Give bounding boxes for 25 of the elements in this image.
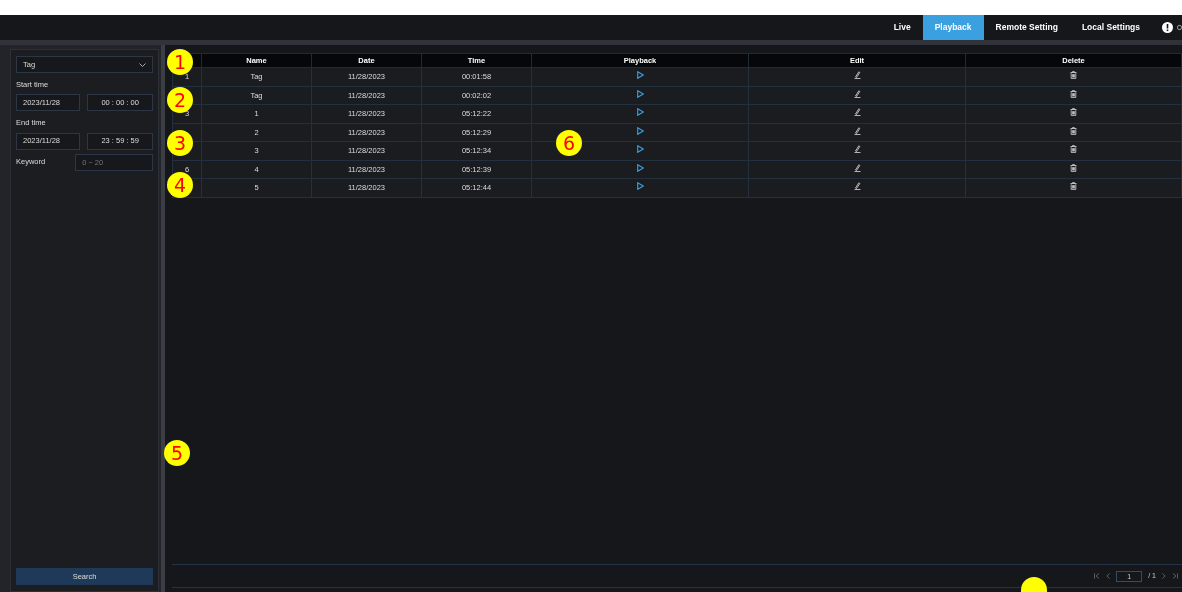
next-page-icon[interactable]: [1162, 573, 1166, 579]
trash-icon[interactable]: [1070, 89, 1077, 98]
alert-icon[interactable]: [1162, 22, 1173, 33]
pencil-icon[interactable]: [853, 89, 861, 98]
nav-tab[interactable]: Local Settings: [1069, 15, 1152, 40]
play-icon[interactable]: [636, 182, 644, 191]
pencil-icon[interactable]: [853, 182, 861, 191]
pencil-icon[interactable]: [853, 163, 861, 172]
nav-tab[interactable]: Live: [881, 15, 923, 40]
pencil-icon[interactable]: [853, 71, 861, 80]
pencil-icon[interactable]: [853, 108, 861, 117]
trash-icon[interactable]: [1070, 126, 1077, 135]
nav-tab[interactable]: Remote Setting: [983, 15, 1070, 40]
caret-icon: [139, 62, 147, 67]
pencil-icon[interactable]: [853, 126, 861, 135]
pencil-icon[interactable]: [853, 145, 861, 154]
circle-icon[interactable]: [1177, 22, 1182, 33]
previous-page-icon[interactable]: [1106, 573, 1111, 579]
trash-icon[interactable]: [1070, 71, 1077, 80]
trash-icon[interactable]: [1070, 182, 1077, 191]
first-page-icon[interactable]: [1094, 573, 1101, 579]
trash-icon[interactable]: [1070, 163, 1077, 172]
trash-icon[interactable]: [1070, 108, 1077, 117]
last-page-icon[interactable]: [1172, 573, 1178, 579]
trash-icon[interactable]: [1070, 145, 1077, 154]
